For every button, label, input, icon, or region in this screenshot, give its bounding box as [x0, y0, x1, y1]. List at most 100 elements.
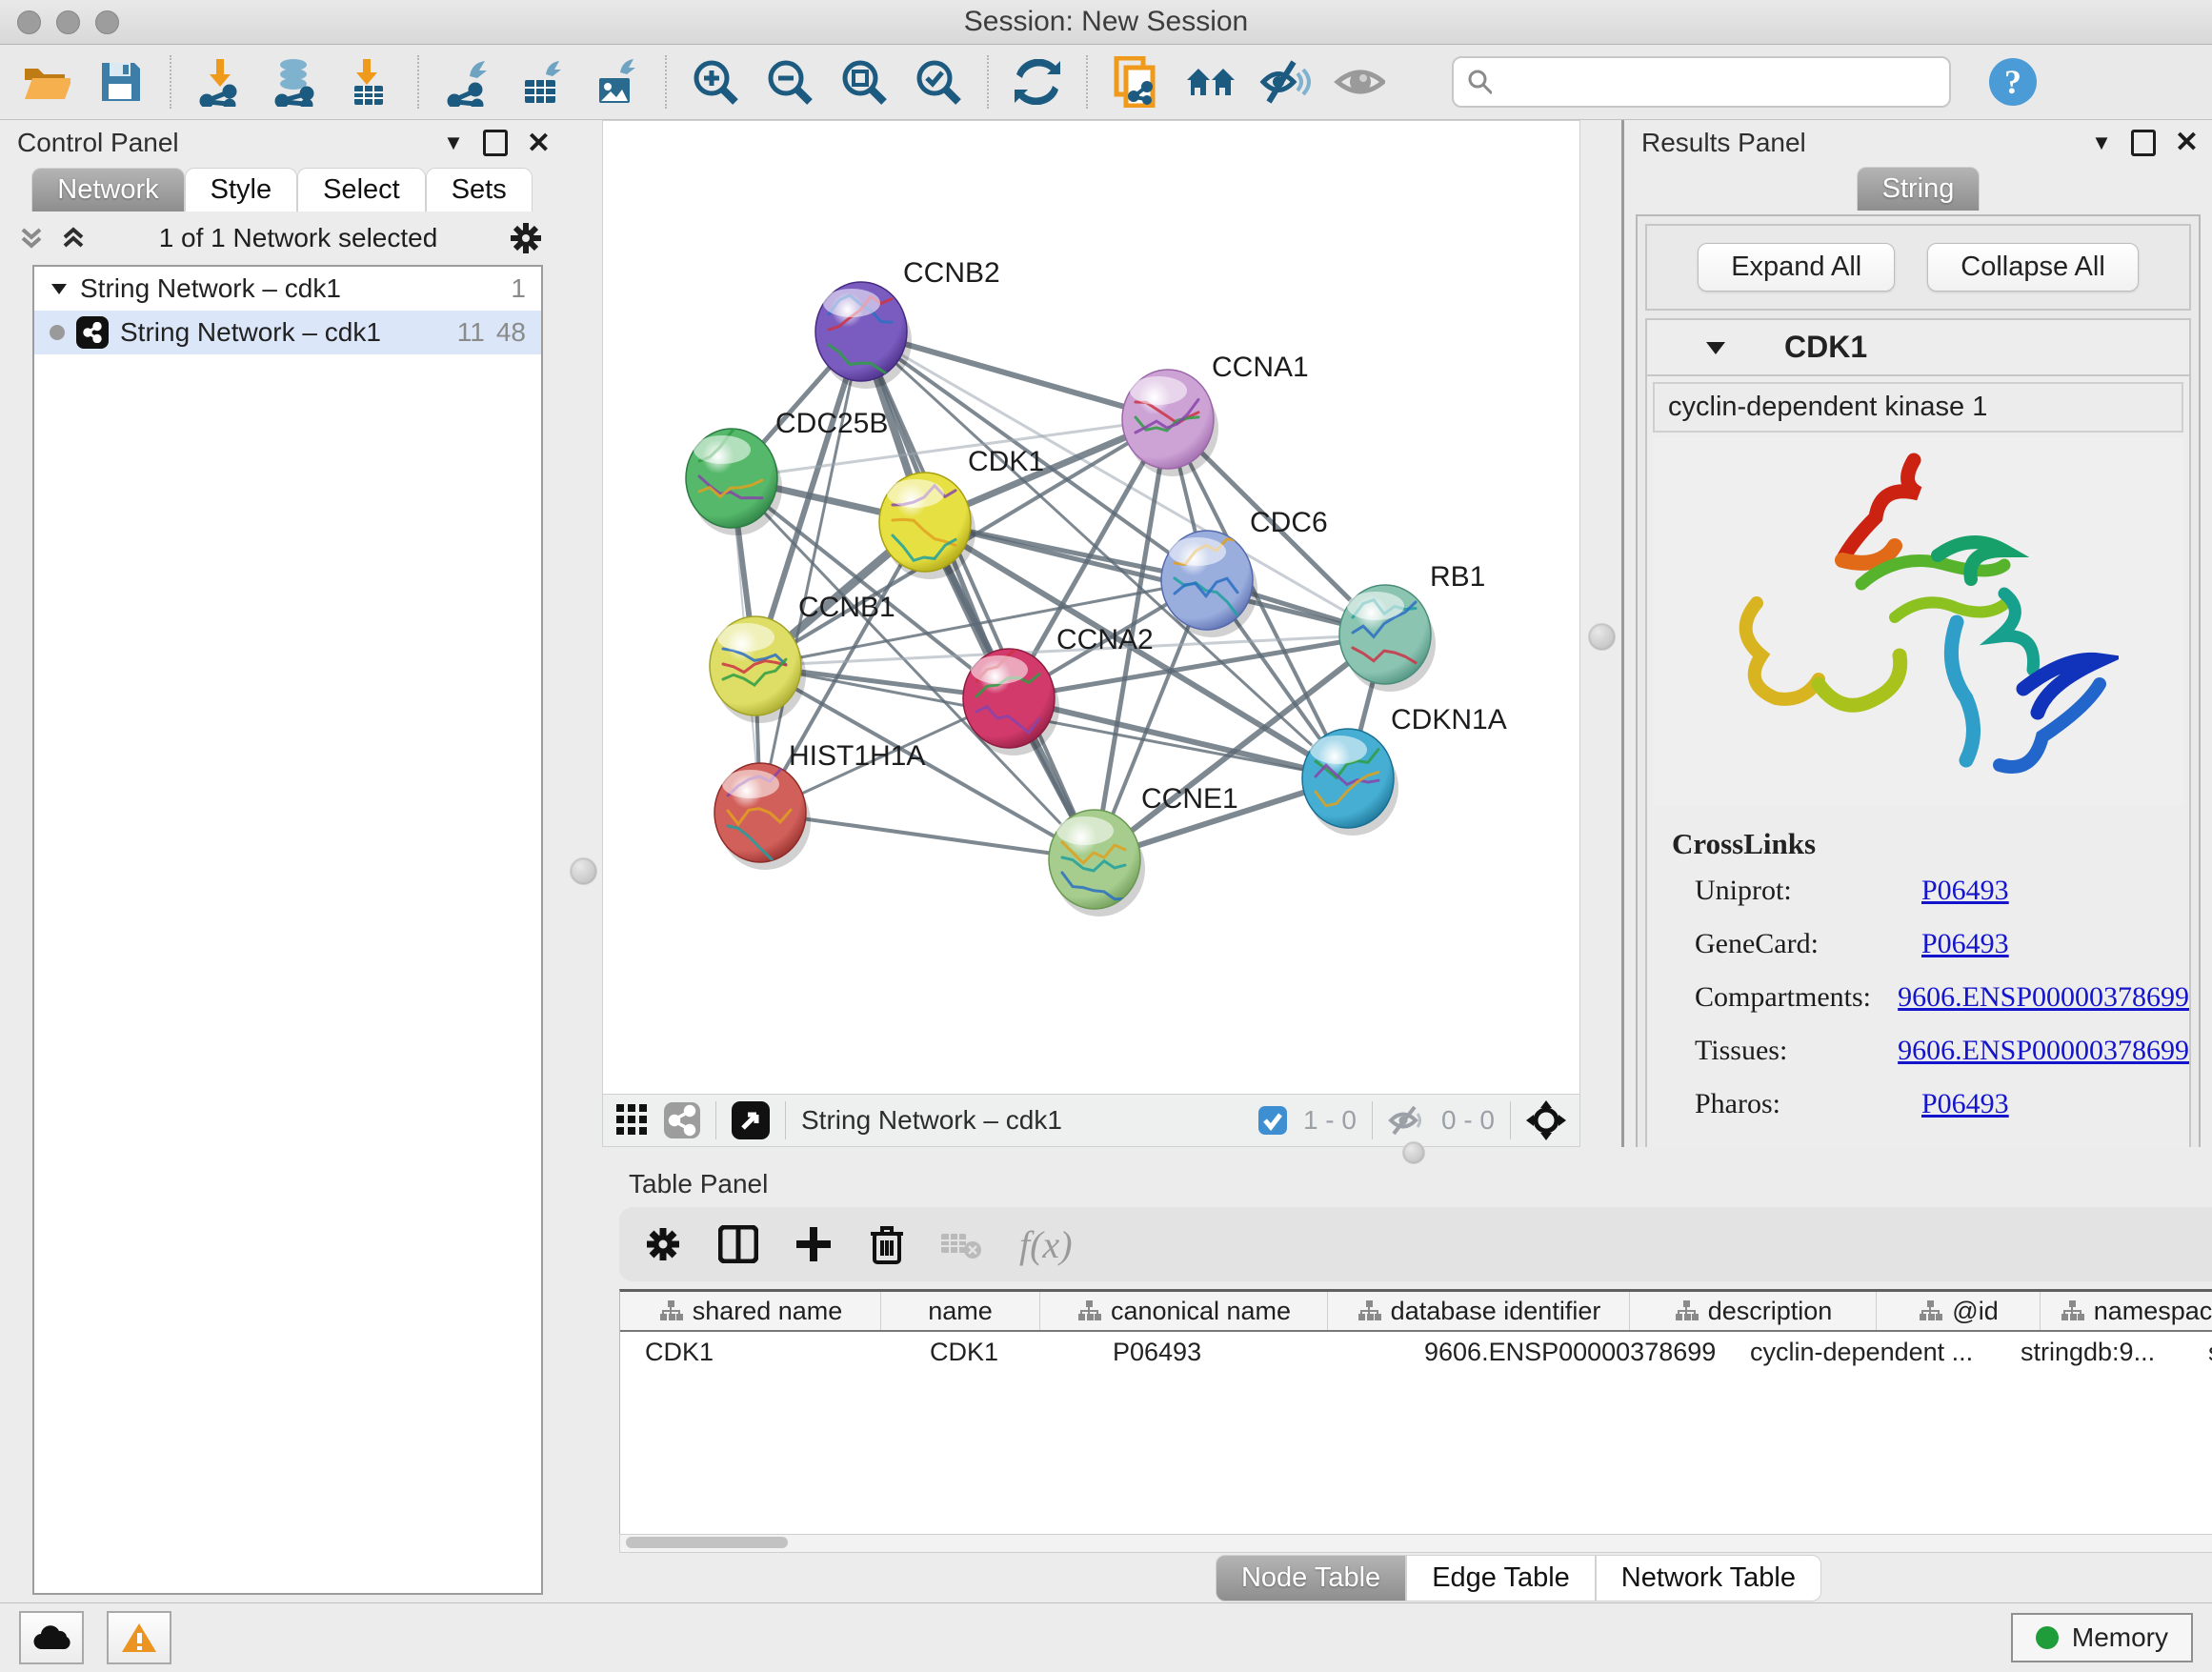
- string-style-icon[interactable]: [664, 1102, 700, 1138]
- edge-CDK1-RB1[interactable]: [925, 522, 1385, 635]
- splitter-handle[interactable]: [1402, 1141, 1425, 1164]
- network-canvas[interactable]: CCNB2CCNA1CDC25BCDK1CDC6RB1CCNB1CCNA2CDK…: [602, 120, 1580, 1095]
- table-options-gear-icon[interactable]: [644, 1225, 682, 1263]
- column-header-shared-name[interactable]: shared name: [620, 1292, 881, 1330]
- network-options-gear-icon[interactable]: [509, 221, 543, 255]
- crosslink-link[interactable]: P06493: [1921, 875, 2009, 907]
- home-network-icon[interactable]: [1185, 56, 1237, 108]
- protein-header[interactable]: CDK1: [1647, 320, 2189, 376]
- column-header-description[interactable]: description: [1630, 1292, 1877, 1330]
- zoom-window-button[interactable]: [95, 10, 119, 34]
- crosslink-link[interactable]: 9606.ENSP00000378699: [1898, 981, 2189, 1014]
- right-splitter[interactable]: [1580, 120, 1621, 1147]
- splitter-handle[interactable]: [570, 857, 597, 885]
- collapse-all-button[interactable]: Collapse All: [1927, 243, 2139, 292]
- close-panel-icon[interactable]: ✕: [2175, 126, 2199, 159]
- import-table-icon[interactable]: [343, 56, 394, 108]
- node-CDKN1A[interactable]: CDKN1A: [1302, 704, 1507, 836]
- maximize-panel-icon[interactable]: [483, 130, 508, 156]
- import-network-icon[interactable]: [194, 56, 246, 108]
- table-cell[interactable]: 9606.ENSP00000378699: [1399, 1332, 1725, 1372]
- expand-all-networks-icon[interactable]: [59, 224, 88, 252]
- edge-CCNB2-CCNE1[interactable]: [861, 332, 1095, 859]
- table-cell[interactable]: P06493: [1088, 1332, 1399, 1372]
- float-panel-icon[interactable]: ▼: [2091, 131, 2112, 155]
- open-session-icon[interactable]: [21, 56, 72, 108]
- tree-expand-icon[interactable]: [50, 281, 69, 296]
- tab-network[interactable]: Network: [31, 168, 184, 212]
- collapse-all-networks-icon[interactable]: [17, 224, 46, 252]
- splitter-handle[interactable]: [1588, 623, 1616, 651]
- tab-edge-table[interactable]: Edge Table: [1406, 1555, 1596, 1601]
- tab-node-table[interactable]: Node Table: [1216, 1555, 1406, 1601]
- network-from-clipboard-icon[interactable]: [1111, 56, 1162, 108]
- tab-sets[interactable]: Sets: [426, 168, 533, 212]
- close-panel-icon[interactable]: ✕: [527, 127, 551, 160]
- warnings-button[interactable]: [107, 1611, 171, 1664]
- column-header-@id[interactable]: @id: [1877, 1292, 2041, 1330]
- zoom-in-icon[interactable]: [690, 56, 741, 108]
- crosslink-link[interactable]: P06493: [1921, 1088, 2009, 1120]
- zoom-out-icon[interactable]: [764, 56, 815, 108]
- show-grid-icon[interactable]: [616, 1104, 649, 1137]
- show-columns-icon[interactable]: [718, 1225, 758, 1263]
- collapse-section-icon[interactable]: [1704, 339, 1727, 356]
- network-collection-row[interactable]: String Network – cdk1 1: [34, 267, 541, 311]
- tab-string[interactable]: String: [1857, 167, 1981, 211]
- network-row-selected[interactable]: String Network – cdk1 11 48: [34, 311, 541, 354]
- selected-checkbox-icon[interactable]: [1257, 1105, 1288, 1136]
- scrollbar-thumb[interactable]: [626, 1537, 788, 1548]
- table-cell[interactable]: CDK1: [905, 1332, 1088, 1372]
- delete-column-icon[interactable]: [869, 1224, 905, 1264]
- maximize-panel-icon[interactable]: [2131, 130, 2156, 156]
- column-header-canonical-name[interactable]: canonical name: [1040, 1292, 1328, 1330]
- memory-button[interactable]: Memory: [2011, 1613, 2193, 1662]
- tab-network-table[interactable]: Network Table: [1596, 1555, 1821, 1601]
- search-box[interactable]: [1452, 56, 1951, 108]
- hide-unhide-icon[interactable]: [1259, 56, 1311, 108]
- table-row[interactable]: CDK1CDK1P064939606.ENSP00000378699cyclin…: [620, 1332, 2212, 1372]
- zoom-selected-icon[interactable]: [913, 56, 964, 108]
- node-RB1[interactable]: RB1: [1339, 561, 1485, 692]
- node-CCNE1[interactable]: CCNE1: [1049, 783, 1238, 917]
- float-panel-icon[interactable]: ▼: [443, 131, 464, 155]
- node-HIST1H1A[interactable]: HIST1H1A: [714, 740, 925, 870]
- crosslink-link[interactable]: P06493: [1921, 928, 2009, 960]
- node-CCNB1[interactable]: CCNB1: [710, 592, 895, 723]
- column-header-namespace[interactable]: namespace: [2041, 1292, 2212, 1330]
- close-window-button[interactable]: [17, 10, 41, 34]
- show-graphics-details-icon[interactable]: [1334, 56, 1385, 108]
- expand-all-button[interactable]: Expand All: [1698, 243, 1895, 292]
- export-image-icon[interactable]: [591, 56, 642, 108]
- horizontal-splitter[interactable]: [602, 1147, 2212, 1165]
- minimize-window-button[interactable]: [56, 10, 80, 34]
- birds-eye-view-icon[interactable]: [732, 1101, 770, 1139]
- delete-table-icon: [941, 1228, 983, 1260]
- search-input[interactable]: [1501, 67, 1936, 98]
- save-session-icon[interactable]: [95, 56, 147, 108]
- tab-style[interactable]: Style: [185, 168, 297, 212]
- column-header-database-identifier[interactable]: database identifier: [1328, 1292, 1630, 1330]
- export-network-icon[interactable]: [442, 56, 493, 108]
- help-icon[interactable]: ?: [1987, 56, 2039, 108]
- import-network-from-database-icon[interactable]: [269, 56, 320, 108]
- edge-CCNA2-CDKN1A[interactable]: [1009, 698, 1348, 778]
- table-cell[interactable]: stringdb: [2183, 1332, 2212, 1372]
- column-header-name[interactable]: name: [881, 1292, 1040, 1330]
- tab-select[interactable]: Select: [297, 168, 426, 212]
- table-cell[interactable]: stringdb:9...: [1996, 1332, 2183, 1372]
- node-CCNA1[interactable]: CCNA1: [1122, 352, 1309, 476]
- table-cell[interactable]: CDK1: [620, 1332, 905, 1372]
- node-CCNB2[interactable]: CCNB2: [815, 257, 1000, 389]
- left-splitter[interactable]: [564, 120, 602, 1602]
- refresh-view-icon[interactable]: [1012, 56, 1063, 108]
- zoom-fit-icon[interactable]: [838, 56, 890, 108]
- node-CDC6[interactable]: CDC6: [1161, 507, 1328, 637]
- table-cell[interactable]: cyclin-dependent ...: [1725, 1332, 1996, 1372]
- export-table-icon[interactable]: [516, 56, 568, 108]
- crosslink-link[interactable]: 9606.ENSP00000378699: [1898, 1035, 2189, 1067]
- add-column-icon[interactable]: [794, 1225, 833, 1263]
- fit-selected-crosshair-icon[interactable]: [1526, 1100, 1566, 1140]
- cloud-status-button[interactable]: [19, 1611, 84, 1664]
- table-horizontal-scrollbar[interactable]: [619, 1534, 2212, 1553]
